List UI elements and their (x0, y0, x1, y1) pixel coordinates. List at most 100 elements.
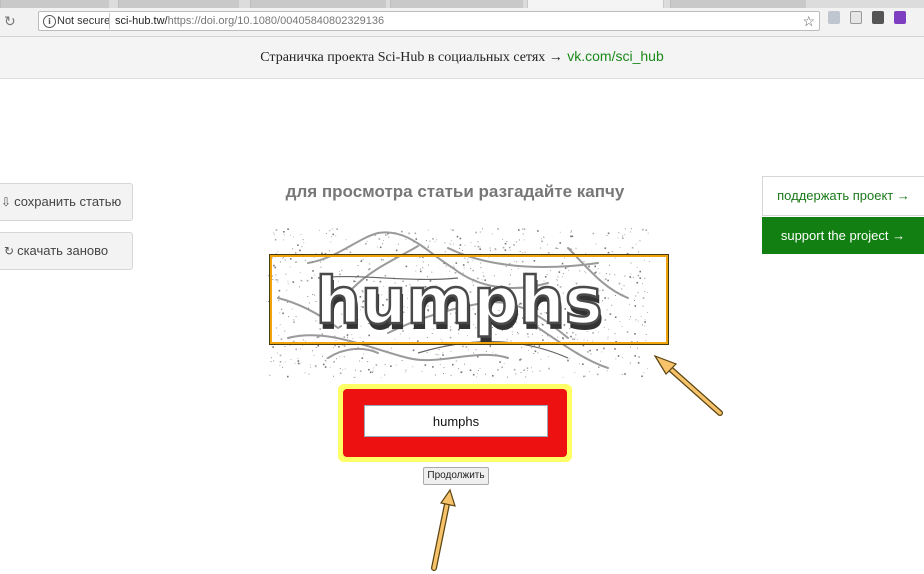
noise-dot (450, 244, 452, 246)
noise-dot (497, 369, 499, 371)
noise-dot (297, 244, 299, 246)
noise-dot (622, 357, 623, 358)
noise-dot (421, 370, 423, 372)
noise-dot (524, 251, 526, 253)
noise-dot (643, 372, 645, 374)
noise-dot (519, 251, 521, 252)
vk-link[interactable]: vk.com/sci_hub (567, 48, 663, 64)
tab[interactable] (670, 0, 806, 8)
tab[interactable] (390, 0, 523, 8)
url-text[interactable]: sci-hub.tw/https://doi.org/10.1080/00405… (115, 15, 384, 28)
tab[interactable] (250, 0, 386, 8)
extension-icon[interactable] (828, 11, 840, 24)
noise-dot (571, 230, 572, 232)
noise-dot (412, 366, 414, 368)
extension-icon[interactable] (894, 11, 906, 24)
noise-dot (475, 231, 477, 234)
noise-dot (315, 347, 317, 348)
reload-icon[interactable]: ↻ (4, 13, 16, 29)
tab[interactable] (0, 0, 109, 8)
noise-dot (312, 350, 313, 352)
noise-dot (397, 243, 399, 245)
noise-dot (532, 371, 534, 373)
noise-dot (570, 235, 572, 238)
noise-dot (596, 349, 598, 351)
noise-dot (522, 233, 524, 235)
noise-dot (504, 249, 507, 251)
noise-dot (547, 252, 550, 254)
noise-dot (426, 240, 427, 241)
noise-dot (371, 372, 373, 373)
extension-icon[interactable] (872, 11, 884, 24)
info-icon[interactable]: i (43, 15, 56, 28)
noise-dot (442, 352, 444, 354)
noise-dot (515, 241, 517, 243)
noise-dot (329, 250, 330, 252)
noise-dot (607, 232, 610, 235)
noise-dot (601, 351, 603, 353)
noise-dot (477, 241, 479, 243)
noise-dot (283, 231, 285, 233)
noise-dot (634, 355, 636, 357)
tab-active[interactable] (527, 0, 664, 8)
noise-dot (641, 375, 643, 378)
noise-dot (604, 247, 607, 249)
noise-dot (630, 362, 632, 363)
noise-dot (372, 348, 374, 350)
noise-dot (526, 370, 528, 371)
support-project-en-button[interactable]: support the project → (762, 217, 924, 254)
tab[interactable] (118, 0, 239, 8)
save-article-button[interactable]: ⇩ сохранить статью (0, 183, 133, 221)
captcha-answer-input[interactable] (364, 405, 548, 437)
security-label[interactable]: Not secure (57, 15, 110, 28)
noise-dot (294, 252, 297, 254)
noise-dot (395, 364, 397, 366)
refresh-icon: ↻ (4, 244, 15, 258)
address-bar[interactable]: i Not secure sci-hub.tw/https://doi.org/… (38, 11, 820, 31)
noise-dot (559, 242, 561, 244)
noise-dot (615, 358, 617, 360)
noise-dot (317, 345, 320, 347)
support-project-ru-button[interactable]: поддержать проект → (762, 176, 924, 216)
redownload-button[interactable]: ↻ скачать заново (0, 232, 133, 270)
noise-dot (477, 373, 478, 375)
captcha-heading: для просмотра статьи разгадайте капчу (285, 182, 625, 201)
noise-dot (624, 228, 626, 230)
noise-dot (309, 364, 311, 366)
noise-dot (273, 232, 275, 234)
noise-dot (378, 238, 381, 240)
url-divider (109, 13, 110, 29)
noise-dot (589, 371, 590, 372)
noise-dot (405, 369, 407, 371)
noise-dot (331, 236, 333, 238)
noise-dot (432, 238, 434, 240)
document-icon[interactable] (850, 11, 862, 24)
noise-dot (272, 346, 274, 348)
arrow-to-captcha-icon (653, 354, 723, 416)
noise-dot (533, 353, 535, 354)
star-icon[interactable]: ☆ (802, 13, 815, 29)
continue-button[interactable]: Продолжить (423, 467, 489, 485)
noise-dot (405, 239, 407, 240)
noise-dot (617, 355, 620, 357)
noise-dot (534, 345, 535, 347)
noise-dot (455, 360, 457, 362)
noise-dot (287, 228, 289, 230)
noise-dot (473, 352, 475, 354)
noise-dot (333, 361, 335, 363)
noise-dot (639, 240, 641, 242)
noise-dot (427, 246, 430, 249)
noise-dot (501, 366, 503, 369)
noise-dot (489, 247, 491, 249)
noise-dot (465, 346, 468, 348)
noise-dot (453, 243, 454, 245)
noise-dot (522, 252, 523, 254)
noise-dot (547, 356, 549, 357)
noise-dot (373, 367, 375, 369)
noise-dot (537, 352, 539, 354)
noise-dot (630, 231, 631, 233)
noise-dot (444, 242, 446, 244)
noise-dot (611, 251, 613, 253)
noise-dot (325, 233, 327, 234)
noise-dot (424, 364, 427, 366)
